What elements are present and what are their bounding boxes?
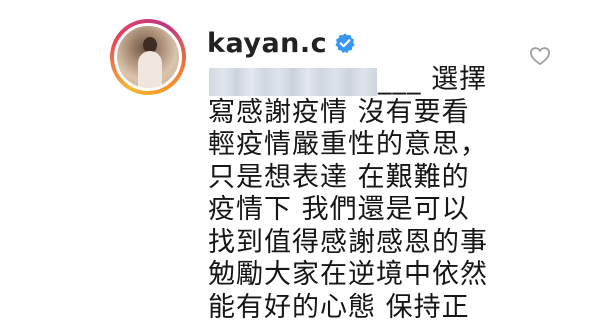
comment-header: kayan.c: [207, 26, 356, 60]
verified-badge-icon: [335, 33, 355, 53]
comment-text-line: 寫感謝疫情 沒有要看: [208, 96, 470, 128]
comment-text-line: 能有好的心態 保持正: [208, 291, 470, 323]
comment-text-line: 只是想表達 在艱難的: [208, 161, 470, 193]
username-link[interactable]: kayan.c: [207, 28, 327, 59]
avatar-story-ring[interactable]: [110, 19, 186, 95]
comment-text-line: 輕疫情嚴重性的意思，: [208, 129, 488, 160]
heart-outline-icon[interactable]: [529, 46, 551, 66]
avatar-figure-body: [138, 51, 162, 88]
comment-item: kayan.c ___ 選擇 寫感謝疫情 沒有要看 輕疫情嚴重性的意思， 只是想…: [0, 0, 599, 329]
avatar[interactable]: [114, 23, 182, 91]
comment-text-line: 勉勵大家在逆境中依然: [208, 259, 488, 290]
comment-text-line: ___ 選擇: [378, 64, 488, 95]
comment-text-line: 找到值得感謝感恩的事: [208, 226, 488, 258]
comment-text: ___ 選擇 寫感謝疫情 沒有要看 輕疫情嚴重性的意思， 只是想表達 在艱難的 …: [208, 64, 528, 324]
comment-text-line: 疫情下 我們還是可以: [208, 194, 470, 225]
